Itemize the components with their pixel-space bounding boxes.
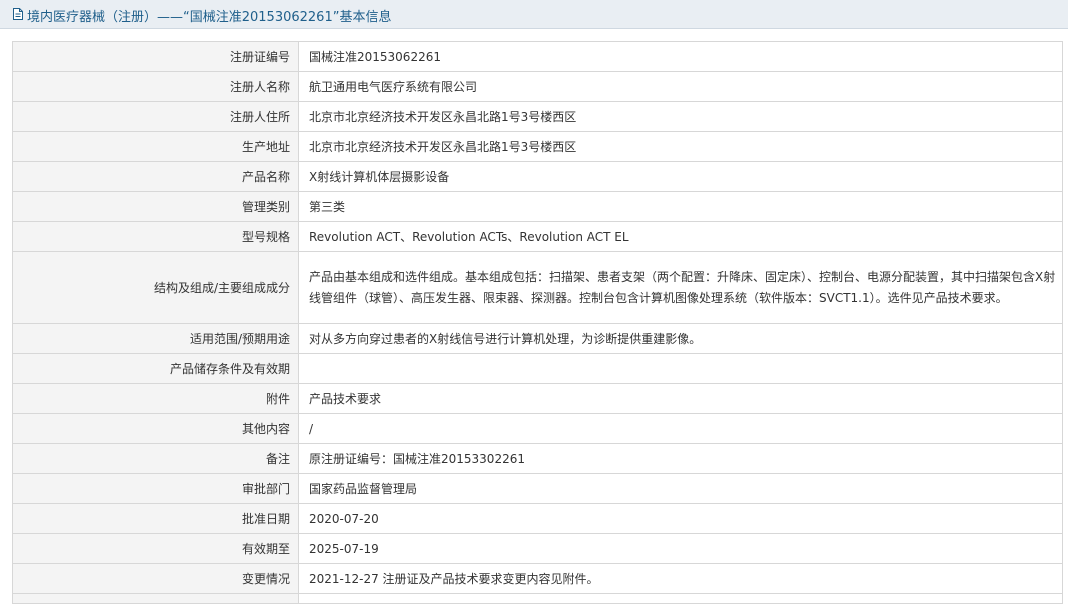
field-value: 2020-07-20	[298, 503, 1063, 534]
field-label: 型号规格	[12, 221, 299, 252]
table-row: 变更情况 2021-12-27 注册证及产品技术要求变更内容见附件。	[12, 563, 1063, 594]
field-label: 备注	[12, 443, 299, 474]
table-row: 审批部门 国家药品监督管理局	[12, 473, 1063, 504]
field-value	[298, 353, 1063, 384]
field-label: 有效期至	[12, 533, 299, 564]
table-row: 其他内容 /	[12, 413, 1063, 444]
field-value: 第三类	[298, 191, 1063, 222]
field-value: 2021-12-27 注册证及产品技术要求变更内容见附件。	[298, 563, 1063, 594]
table-row: 管理类别 第三类	[12, 191, 1063, 222]
table-row: 批准日期 2020-07-20	[12, 503, 1063, 534]
field-label: 管理类别	[12, 191, 299, 222]
page-title: 境内医疗器械（注册）——“国械注准20153062261”基本信息	[27, 10, 392, 25]
field-value: Revolution ACT、Revolution ACTs、Revolutio…	[298, 221, 1063, 252]
table-row: 适用范围/预期用途 对从多方向穿过患者的X射线信号进行计算机处理，为诊断提供重建…	[12, 323, 1063, 354]
field-label: 结构及组成/主要组成成分	[12, 251, 299, 324]
info-table: 注册证编号 国械注准20153062261 注册人名称 航卫通用电气医疗系统有限…	[12, 41, 1063, 604]
table-row: 型号规格 Revolution ACT、Revolution ACTs、Revo…	[12, 221, 1063, 252]
field-label: 附件	[12, 383, 299, 414]
table-row: 注册人住所 北京市北京经济技术开发区永昌北路1号3号楼西区	[12, 101, 1063, 132]
field-value: /	[298, 413, 1063, 444]
field-label: 适用范围/预期用途	[12, 323, 299, 354]
field-label-empty	[12, 593, 299, 604]
field-value: 航卫通用电气医疗系统有限公司	[298, 71, 1063, 102]
field-value: 产品技术要求	[298, 383, 1063, 414]
field-value: 2025-07-19	[298, 533, 1063, 564]
page-header: 境内医疗器械（注册）——“国械注准20153062261”基本信息	[0, 0, 1068, 29]
field-label: 变更情况	[12, 563, 299, 594]
field-value: X射线计算机体层摄影设备	[298, 161, 1063, 192]
field-value-empty	[298, 593, 1063, 604]
table-row: 生产地址 北京市北京经济技术开发区永昌北路1号3号楼西区	[12, 131, 1063, 162]
field-value: 北京市北京经济技术开发区永昌北路1号3号楼西区	[298, 131, 1063, 162]
table-row: 注册人名称 航卫通用电气医疗系统有限公司	[12, 71, 1063, 102]
table-row-partial	[12, 593, 1063, 604]
table-row: 附件 产品技术要求	[12, 383, 1063, 414]
document-icon	[13, 8, 23, 20]
table-row: 结构及组成/主要组成成分 产品由基本组成和选件组成。基本组成包括：扫描架、患者支…	[12, 251, 1063, 324]
field-value: 原注册证编号：国械注准20153302261	[298, 443, 1063, 474]
field-label: 注册人住所	[12, 101, 299, 132]
table-row: 备注 原注册证编号：国械注准20153302261	[12, 443, 1063, 474]
field-label: 注册证编号	[12, 41, 299, 72]
field-value: 产品由基本组成和选件组成。基本组成包括：扫描架、患者支架（两个配置：升降床、固定…	[298, 251, 1063, 324]
field-label: 产品储存条件及有效期	[12, 353, 299, 384]
field-label: 审批部门	[12, 473, 299, 504]
field-value: 国家药品监督管理局	[298, 473, 1063, 504]
field-value: 对从多方向穿过患者的X射线信号进行计算机处理，为诊断提供重建影像。	[298, 323, 1063, 354]
field-value: 北京市北京经济技术开发区永昌北路1号3号楼西区	[298, 101, 1063, 132]
field-label: 批准日期	[12, 503, 299, 534]
table-row: 产品储存条件及有效期	[12, 353, 1063, 384]
field-label: 产品名称	[12, 161, 299, 192]
table-row: 注册证编号 国械注准20153062261	[12, 41, 1063, 72]
field-label: 生产地址	[12, 131, 299, 162]
field-label: 其他内容	[12, 413, 299, 444]
table-row: 产品名称 X射线计算机体层摄影设备	[12, 161, 1063, 192]
field-label: 注册人名称	[12, 71, 299, 102]
table-row: 有效期至 2025-07-19	[12, 533, 1063, 564]
field-value: 国械注准20153062261	[298, 41, 1063, 72]
